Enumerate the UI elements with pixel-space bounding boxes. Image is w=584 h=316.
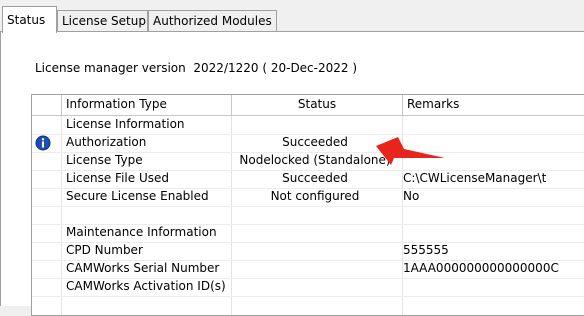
tab-authorized-modules[interactable]: Authorized Modules <box>148 10 277 31</box>
cell-status: Nodelocked (Standalone) <box>239 153 391 167</box>
header-remarks[interactable]: Remarks <box>403 95 584 115</box>
header-icon-column[interactable] <box>32 95 62 115</box>
table-row[interactable]: License Information <box>32 116 584 135</box>
table-row[interactable]: Secure License Enabled Not configured No <box>32 188 584 207</box>
table-row[interactable]: CAMWorks Activation ID(s) <box>32 278 584 297</box>
cell-information-type: Maintenance Information <box>66 225 217 239</box>
header-information-type[interactable]: Information Type <box>62 95 232 115</box>
table-row[interactable]: CAMWorks Serial Number 1AAA00000000000000… <box>32 260 584 279</box>
cell-status: Succeeded <box>282 171 348 185</box>
tab-status[interactable]: Status <box>2 6 57 33</box>
tab-license-setup[interactable]: License Setup <box>57 10 148 31</box>
version-label: License manager version <box>35 61 186 75</box>
grid-header: Information Type Status Remarks <box>32 95 584 116</box>
version-line: License manager version 2022/1220 ( 20-D… <box>35 61 357 75</box>
cell-information-type: License Information <box>66 117 185 131</box>
cell-information-type: License Type <box>66 153 143 167</box>
cell-status: Not configured <box>270 189 360 203</box>
cell-remarks: No <box>403 189 420 203</box>
tab-strip: Status License Setup Authorized Modules <box>0 6 584 33</box>
table-row[interactable]: License Type Nodelocked (Standalone) <box>32 152 584 171</box>
cell-remarks: 555555 <box>403 243 449 257</box>
status-grid[interactable]: Information Type Status Remarks License … <box>31 94 584 316</box>
table-row[interactable]: Authorization Succeeded <box>32 134 584 153</box>
cell-remarks: 1AAA000000000000000C <box>403 261 559 275</box>
table-row[interactable] <box>32 206 584 225</box>
version-value: 2022/1220 ( 20-Dec-2022 ) <box>193 61 358 75</box>
info-icon <box>35 135 51 151</box>
cell-remarks: C:\CWLicenseManager\t <box>403 171 547 185</box>
cell-information-type: Authorization <box>66 135 147 149</box>
cell-status: Succeeded <box>282 135 348 149</box>
table-row[interactable]: CPD Number 555555 <box>32 242 584 261</box>
cell-information-type: License File Used <box>66 171 169 185</box>
header-status[interactable]: Status <box>232 95 403 115</box>
cell-information-type: CPD Number <box>66 243 143 257</box>
table-row[interactable]: Maintenance Information <box>32 224 584 243</box>
cell-information-type: Secure License Enabled <box>66 189 209 203</box>
cell-information-type: CAMWorks Serial Number <box>66 261 220 275</box>
cell-information-type: CAMWorks Activation ID(s) <box>66 279 226 293</box>
table-row[interactable]: License File Used Succeeded C:\CWLicenseMa… <box>32 170 584 189</box>
